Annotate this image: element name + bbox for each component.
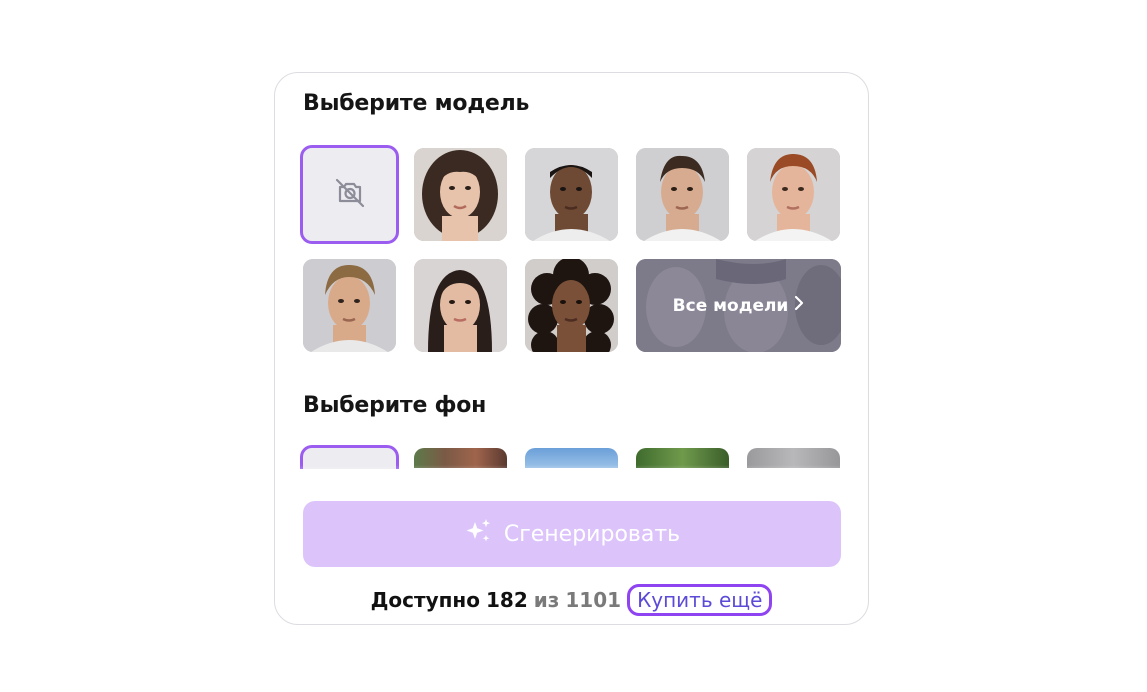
model-section-title: Выберите модель [303,91,530,116]
scroll-fade [275,465,868,487]
background-section-title: Выберите фон [303,393,487,418]
no-model-tile[interactable] [300,145,399,244]
generate-button[interactable]: Сгенерировать [303,501,841,567]
model-portrait-man-red-hair [747,148,840,241]
model-tile-1[interactable] [414,148,507,241]
total-count: 1101 [565,588,622,612]
quota-footer: Доступно 182 из 1101 Купить ещё [275,584,868,616]
model-tile-2[interactable] [525,148,618,241]
of-label: из [533,588,560,612]
model-tile-7[interactable] [525,259,618,352]
model-tile-5[interactable] [303,259,396,352]
model-tile-3[interactable] [636,148,729,241]
available-label: Доступно [370,588,480,612]
sparkles-icon [464,516,494,552]
model-tile-4[interactable] [747,148,840,241]
buy-more-link[interactable]: Купить ещё [627,584,773,616]
chevron-right-icon [794,295,804,316]
all-models-label: Все модели [672,295,789,316]
model-tile-6[interactable] [414,259,507,352]
model-portrait-man-dark-skin [525,148,618,241]
available-count: 182 [486,588,528,612]
all-models-button[interactable]: Все модели [636,259,841,352]
model-portrait-woman-wavy-hair [414,148,507,241]
camera-off-icon [332,175,368,215]
generate-button-label: Сгенерировать [503,521,681,547]
model-picker-card: Выберите модель Все модели Выберите фон … [274,72,869,625]
model-portrait-man-blond-hair [303,259,396,352]
model-portrait-man-brown-hair [636,148,729,241]
model-portrait-woman-dark-hair [414,259,507,352]
model-portrait-woman-curly-hair [525,259,618,352]
